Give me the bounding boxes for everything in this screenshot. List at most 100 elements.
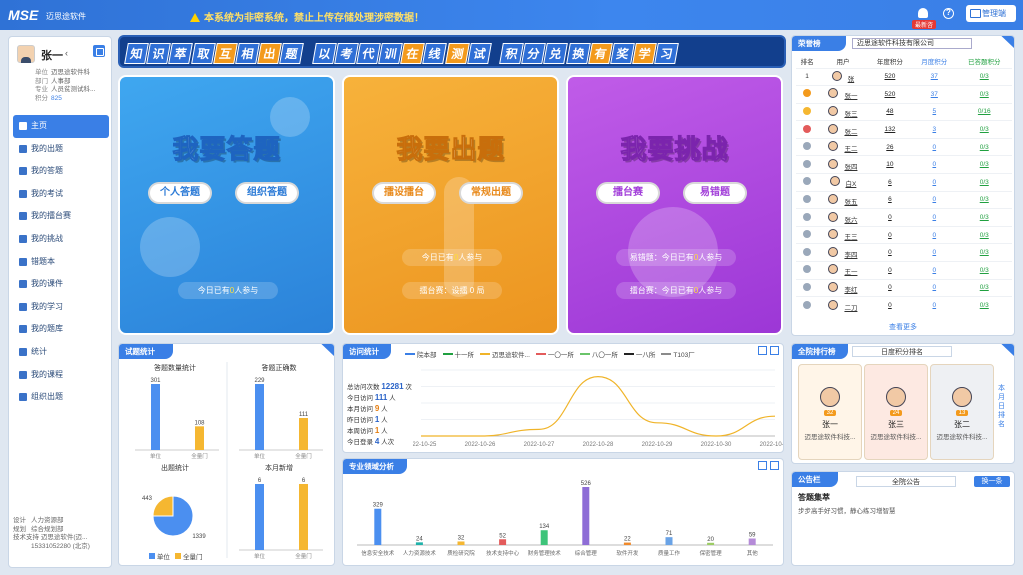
sidebar-item-12[interactable]: 我的课程: [13, 364, 109, 387]
ranking-card[interactable]: 24 张三 迈思途软件科技...: [864, 364, 928, 460]
answered-link[interactable]: 0/3: [980, 302, 989, 309]
user-name-link[interactable]: 王一: [844, 269, 857, 276]
legend-item[interactable]: 八〇一所: [592, 352, 618, 359]
month-link[interactable]: 5: [932, 108, 936, 115]
user-name-link[interactable]: 张四: [844, 164, 857, 171]
ranking-card[interactable]: 32 张一 迈思途软件科技...: [798, 364, 862, 460]
notice-heading[interactable]: 答题集萃: [798, 492, 830, 503]
year-link[interactable]: 0: [888, 249, 892, 256]
month-link[interactable]: 0: [932, 144, 936, 151]
month-link[interactable]: 0: [932, 232, 936, 239]
year-link[interactable]: 0: [888, 232, 892, 239]
month-link[interactable]: 0: [932, 249, 936, 256]
month-link[interactable]: 0: [932, 284, 936, 291]
error-prone-button[interactable]: 易错题: [683, 182, 747, 204]
user-name-link[interactable]: 王二: [844, 146, 857, 153]
view-more-link[interactable]: 查看更多: [792, 322, 1014, 332]
answered-link[interactable]: 0/3: [980, 267, 989, 274]
year-link[interactable]: 26: [886, 144, 893, 151]
user-name-link[interactable]: 张三: [844, 111, 857, 118]
answered-link[interactable]: 0/3: [980, 73, 989, 80]
answered-link[interactable]: 0/3: [980, 214, 989, 221]
answered-link[interactable]: 0/3: [980, 144, 989, 151]
user-name-link[interactable]: 白X: [846, 181, 857, 188]
legend-item[interactable]: 院本部: [417, 352, 437, 359]
sidebar-item-8[interactable]: 我的课件: [13, 273, 109, 296]
user-name-link[interactable]: 张: [848, 76, 855, 83]
answered-link[interactable]: 0/3: [980, 249, 989, 256]
answered-link[interactable]: 0/3: [980, 196, 989, 203]
legend-item[interactable]: 十一所: [455, 352, 475, 359]
user-name-link[interactable]: 李四: [844, 252, 857, 259]
ranking-tab[interactable]: 日度积分排名: [852, 346, 952, 357]
month-link[interactable]: 0: [932, 161, 936, 168]
sidebar-item-7[interactable]: 错题本: [13, 251, 109, 274]
ranking-side-label[interactable]: 本月日排名: [998, 384, 1008, 429]
sidebar-item-5[interactable]: 我的擂台赛: [13, 205, 109, 228]
year-link[interactable]: 10: [886, 161, 893, 168]
year-link[interactable]: 48: [886, 108, 893, 115]
org-answer-button[interactable]: 组织答题: [235, 182, 299, 204]
legend-item[interactable]: 迈思途软件...: [492, 352, 530, 359]
sidebar-item-1[interactable]: 主页: [13, 115, 109, 138]
help-icon[interactable]: ?: [943, 8, 954, 19]
answered-link[interactable]: 0/3: [980, 126, 989, 133]
answered-link[interactable]: 0/3: [980, 179, 989, 186]
year-link[interactable]: 132: [884, 126, 895, 133]
set-arena-button[interactable]: 擂设擂台: [372, 182, 436, 204]
next-notice-button[interactable]: 换一条: [974, 476, 1010, 487]
year-link[interactable]: 0: [888, 267, 892, 274]
year-link[interactable]: 0: [888, 302, 892, 309]
legend-item[interactable]: T103厂: [673, 352, 694, 359]
bar-chart-icon[interactable]: [758, 461, 767, 470]
user-name-link[interactable]: 张六: [844, 217, 857, 224]
notice-tab[interactable]: 全院公告: [856, 476, 956, 487]
answered-link[interactable]: 0/3: [980, 161, 989, 168]
user-name-link[interactable]: 张二: [844, 129, 857, 136]
year-link[interactable]: 6: [888, 179, 892, 186]
year-link[interactable]: 0: [888, 284, 892, 291]
score-link[interactable]: 825: [51, 95, 62, 102]
bell-icon[interactable]: [918, 8, 928, 18]
answered-link[interactable]: 0/3: [980, 91, 989, 98]
regular-question-button[interactable]: 常规出题: [459, 182, 523, 204]
user-name-link[interactable]: 李红: [844, 287, 857, 294]
month-link[interactable]: 0: [932, 196, 936, 203]
month-link[interactable]: 0: [932, 214, 936, 221]
line-chart-icon[interactable]: [770, 461, 779, 470]
answered-link[interactable]: 0/3: [980, 232, 989, 239]
year-link[interactable]: 520: [884, 73, 895, 80]
sidebar-item-11[interactable]: 统计: [13, 341, 109, 364]
user-name-link[interactable]: 张五: [844, 199, 857, 206]
bar-chart-icon[interactable]: [758, 346, 767, 355]
year-link[interactable]: 6: [888, 196, 892, 203]
user-name-link[interactable]: 王三: [844, 234, 857, 241]
month-link[interactable]: 0: [932, 302, 936, 309]
month-link[interactable]: 37: [931, 73, 938, 80]
personal-answer-button[interactable]: 个人答题: [148, 182, 212, 204]
user-name-link[interactable]: 张一: [844, 93, 857, 100]
legend-item[interactable]: 一八所: [636, 352, 656, 359]
month-link[interactable]: 3: [932, 126, 936, 133]
sidebar-item-4[interactable]: 我的考试: [13, 183, 109, 206]
chevron-left-icon[interactable]: ‹: [65, 48, 68, 58]
admin-button[interactable]: 管理端: [966, 5, 1016, 22]
answered-link[interactable]: 0/3: [980, 284, 989, 291]
year-link[interactable]: 0: [888, 214, 892, 221]
sidebar-item-6[interactable]: 我的挑战: [13, 228, 109, 251]
year-link[interactable]: 520: [884, 91, 895, 98]
user-name-link[interactable]: 二刀: [844, 305, 857, 312]
line-chart-icon[interactable]: [770, 346, 779, 355]
sidebar-item-9[interactable]: 我的学习: [13, 296, 109, 319]
sidebar-item-10[interactable]: 我的题库: [13, 318, 109, 341]
arena-button[interactable]: 擂台赛: [596, 182, 660, 204]
sidebar-item-2[interactable]: 我的出题: [13, 138, 109, 161]
answered-link[interactable]: 0/16: [978, 108, 991, 115]
month-link[interactable]: 0: [932, 179, 936, 186]
legend-item[interactable]: 一〇一所: [548, 352, 574, 359]
sidebar-item-3[interactable]: 我的答题: [13, 160, 109, 183]
month-link[interactable]: 37: [931, 91, 938, 98]
sidebar-item-13[interactable]: 组织出题: [13, 386, 109, 409]
ranking-card[interactable]: 13 张二 迈思途软件科技...: [930, 364, 994, 460]
profile-card-icon[interactable]: [93, 45, 105, 57]
